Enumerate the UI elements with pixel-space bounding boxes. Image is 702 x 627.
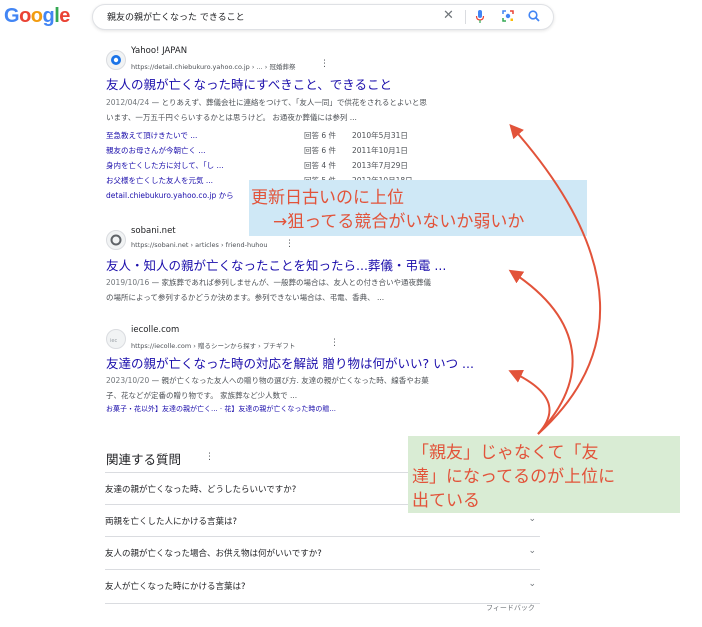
annotation-arrow: [508, 269, 574, 435]
annotation-arrow: [508, 369, 551, 435]
annotation-arrows: [508, 124, 601, 435]
